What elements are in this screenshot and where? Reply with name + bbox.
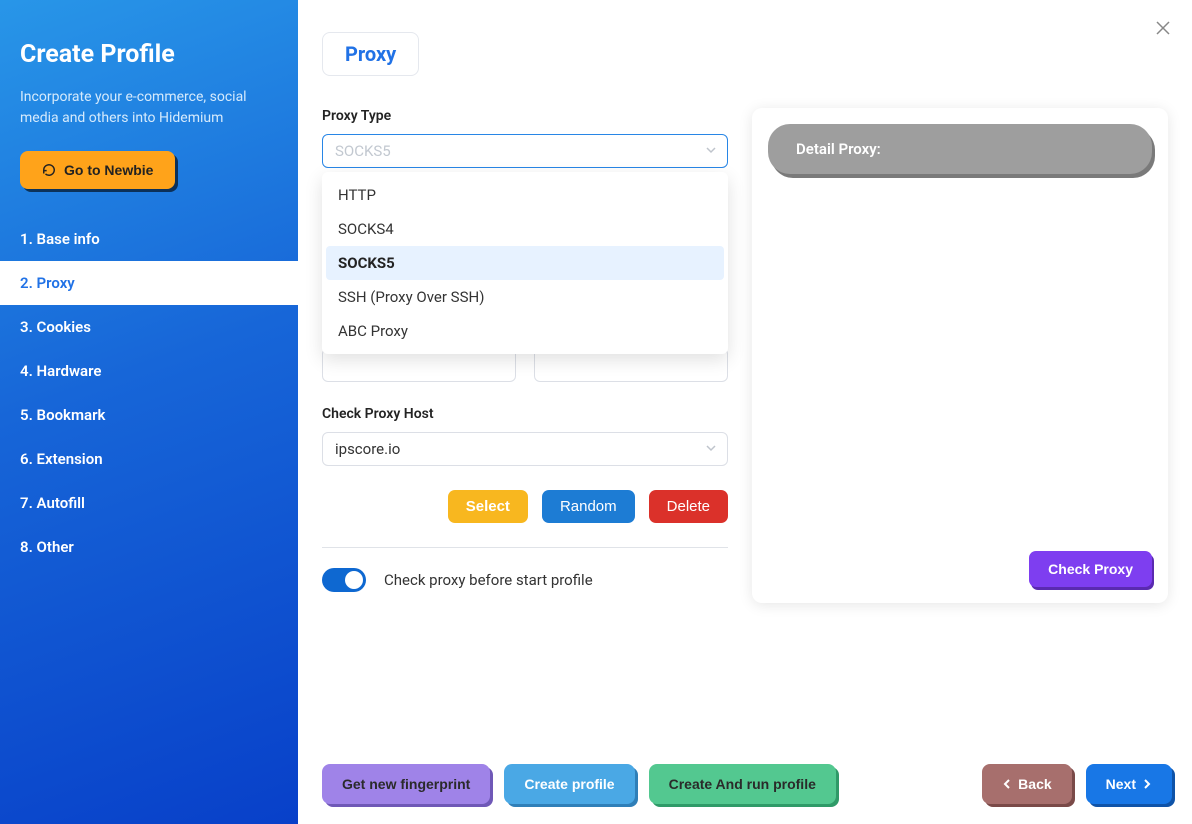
proxy-type-option-http[interactable]: HTTP [326,178,724,212]
proxy-type-value: SOCKS5 [335,142,391,160]
create-profile-button[interactable]: Create profile [504,764,634,804]
select-button[interactable]: Select [448,490,528,523]
proxy-type-option-ssh[interactable]: SSH (Proxy Over SSH) [326,280,724,314]
nav-autofill[interactable]: 7. Autofill [0,481,298,525]
proxy-type-option-abc[interactable]: ABC Proxy [326,314,724,348]
tab-bar: Proxy [322,32,1168,76]
proxy-type-option-socks4[interactable]: SOCKS4 [326,212,724,246]
sidebar: Create Profile Incorporate your e-commer… [0,0,298,824]
main-content: Proxy Proxy Type SOCKS5 [298,0,1192,824]
check-before-start-label: Check proxy before start profile [384,571,593,589]
go-to-newbie-label: Go to Newbie [64,162,153,178]
check-before-start-toggle[interactable] [322,568,366,592]
nav-proxy[interactable]: 2. Proxy [0,261,298,305]
nav-bookmark[interactable]: 5. Bookmark [0,393,298,437]
detail-proxy-header: Detail Proxy: [768,124,1152,174]
next-button[interactable]: Next [1086,764,1172,804]
nav-extension[interactable]: 6. Extension [0,437,298,481]
proxy-type-option-socks5[interactable]: SOCKS5 [326,246,724,280]
chevron-down-icon [705,440,717,458]
nav-other[interactable]: 8. Other [0,525,298,569]
wizard-nav: 1. Base info 2. Proxy 3. Cookies 4. Hard… [0,217,298,569]
tab-proxy[interactable]: Proxy [322,32,419,76]
chevron-down-icon [705,142,717,160]
get-fingerprint-button[interactable]: Get new fingerprint [322,764,490,804]
go-to-newbie-button[interactable]: Go to Newbie [20,151,175,189]
proxy-form: Proxy Type SOCKS5 HTTP SOCKS4 SOCKS5 [322,108,728,603]
nav-base-info[interactable]: 1. Base info [0,217,298,261]
refresh-icon [42,163,56,177]
create-run-profile-button[interactable]: Create And run profile [649,764,836,804]
divider [322,547,728,548]
proxy-type-label: Proxy Type [322,108,728,124]
footer-actions: Get new fingerprint Create profile Creat… [322,764,1172,804]
next-label: Next [1106,776,1136,792]
close-icon [1156,21,1170,35]
back-label: Back [1018,776,1051,792]
page-description: Incorporate your e-commerce, social medi… [20,87,298,129]
check-host-value: ipscore.io [335,440,400,458]
page-title: Create Profile [20,40,298,69]
check-proxy-button[interactable]: Check Proxy [1029,551,1152,587]
nav-hardware[interactable]: 4. Hardware [0,349,298,393]
delete-button[interactable]: Delete [649,490,728,523]
close-button[interactable] [1156,20,1170,39]
back-button[interactable]: Back [982,764,1071,804]
chevron-left-icon [1002,779,1012,789]
check-host-label: Check Proxy Host [322,406,728,422]
proxy-type-dropdown: HTTP SOCKS4 SOCKS5 SSH (Proxy Over SSH) … [322,172,728,354]
detail-proxy-panel: Detail Proxy: Check Proxy [752,108,1168,603]
chevron-right-icon [1142,779,1152,789]
nav-cookies[interactable]: 3. Cookies [0,305,298,349]
random-button[interactable]: Random [542,490,635,523]
proxy-type-select[interactable]: SOCKS5 [322,134,728,168]
check-host-select[interactable]: ipscore.io [322,432,728,466]
